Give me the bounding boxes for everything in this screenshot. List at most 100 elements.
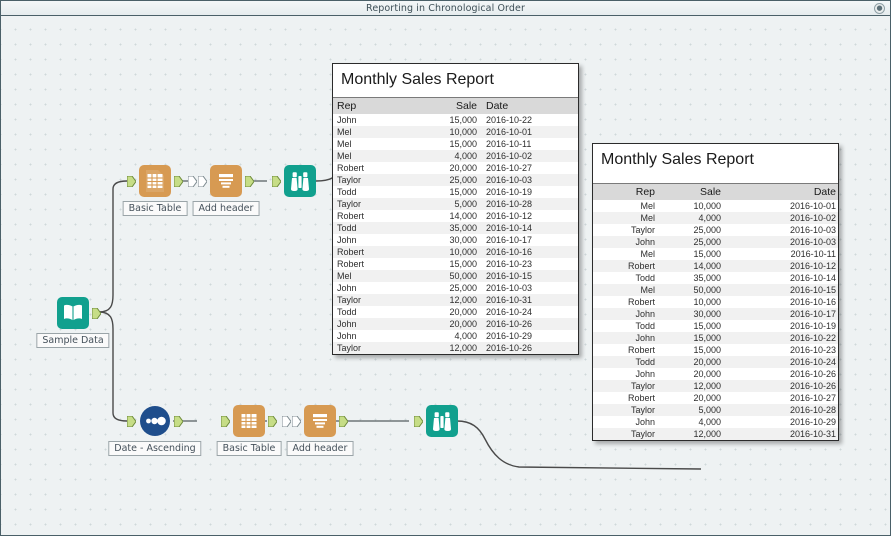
port-stub bbox=[188, 176, 197, 187]
table-cell: 12,000 bbox=[659, 428, 725, 440]
table-header-row: Rep Sale Date bbox=[593, 184, 839, 201]
table-row: Robert20,0002016-10-27 bbox=[333, 162, 579, 174]
report-table: Rep Sale Date Mel10,0002016-10-01 Mel 4,00… bbox=[593, 183, 839, 440]
table-cell: 2016-10-24 bbox=[481, 306, 579, 318]
port-out[interactable] bbox=[245, 176, 254, 187]
node-date-ascending[interactable]: Date - Ascending bbox=[139, 405, 171, 437]
table-cell: 2016-10-19 bbox=[481, 186, 579, 198]
window-title: Reporting in Chronological Order bbox=[366, 3, 525, 14]
report-title: Monthly Sales Report bbox=[593, 144, 838, 183]
table-cell: Robert bbox=[593, 344, 659, 356]
table-cell: John bbox=[593, 236, 659, 248]
table-row: Mel4,0002016-10-02 bbox=[333, 150, 579, 162]
table-cell: 2016-10-11 bbox=[725, 248, 839, 260]
table-row: Todd20,0002016-10-24 bbox=[333, 306, 579, 318]
node-preview-top[interactable] bbox=[284, 165, 316, 197]
table-cell: 30,000 bbox=[659, 308, 725, 320]
table-cell: 2016-10-22 bbox=[481, 114, 579, 126]
table-cell: 2016-10-03 bbox=[481, 174, 579, 186]
node-basic-table-bottom[interactable]: Basic Table bbox=[233, 405, 265, 437]
table-cell: 30,000 bbox=[409, 234, 481, 246]
table-cell: Mel bbox=[593, 248, 659, 260]
workflow-canvas[interactable]: Sample Data bbox=[1, 17, 890, 535]
table-header-row: Rep Sale Date bbox=[333, 98, 579, 115]
node-add-header-top[interactable]: Add header bbox=[210, 165, 242, 197]
port-in[interactable] bbox=[127, 176, 136, 187]
node-label: Add header bbox=[193, 201, 260, 216]
port-out[interactable] bbox=[174, 176, 183, 187]
table-cell: 15,000 bbox=[659, 248, 725, 260]
table-row: John4,0002016-10-29 bbox=[593, 416, 839, 428]
table-cell: John bbox=[333, 318, 409, 330]
table-cell: 20,000 bbox=[659, 368, 725, 380]
port-out[interactable] bbox=[268, 416, 277, 427]
table-cell: 25,000 bbox=[659, 224, 725, 236]
node-basic-table-top[interactable]: Basic Table bbox=[139, 165, 171, 197]
table-cell: 14,000 bbox=[409, 210, 481, 222]
table-cell: Robert bbox=[333, 210, 409, 222]
port-in[interactable] bbox=[272, 176, 281, 187]
table-cell: John bbox=[333, 114, 409, 126]
table-cell: Robert bbox=[333, 258, 409, 270]
table-row: Taylor12,0002016-10-31 bbox=[333, 294, 579, 306]
table-cell: 2016-10-12 bbox=[481, 210, 579, 222]
node-preview-bottom[interactable] bbox=[426, 405, 458, 437]
table-cell: 20,000 bbox=[409, 318, 481, 330]
port-in[interactable] bbox=[198, 176, 207, 187]
column-header-sale: Sale bbox=[409, 98, 481, 115]
port-in[interactable] bbox=[414, 416, 423, 427]
table-cell: 2016-10-26 bbox=[725, 380, 839, 392]
table-cell: Robert bbox=[593, 260, 659, 272]
table-cell: 2016-10-19 bbox=[725, 320, 839, 332]
port-in[interactable] bbox=[127, 416, 136, 427]
table-row: Robert14,0002016-10-12 bbox=[593, 260, 839, 272]
table-cell: 4,000 bbox=[659, 416, 725, 428]
table-row: John4,0002016-10-29 bbox=[333, 330, 579, 342]
column-header-date: Date bbox=[481, 98, 579, 115]
port-in[interactable] bbox=[221, 416, 230, 427]
table-cell: John bbox=[593, 416, 659, 428]
table-cell: Taylor bbox=[333, 174, 409, 186]
table-cell: 12,000 bbox=[409, 294, 481, 306]
table-row: Mel10,0002016-10-01 bbox=[593, 200, 839, 212]
node-label: Date - Ascending bbox=[108, 441, 201, 456]
table-row: Taylor12,0002016-10-26 bbox=[333, 342, 579, 354]
node-label: Basic Table bbox=[217, 441, 282, 456]
port-out[interactable] bbox=[339, 416, 348, 427]
binoculars-icon bbox=[426, 405, 458, 437]
report-unsorted[interactable]: Monthly Sales Report Rep Sale Date John1… bbox=[332, 63, 579, 355]
table-row: Todd20,0002016-10-24 bbox=[593, 356, 839, 368]
report-body: Mel10,0002016-10-01Mel4,0002016-10-02Tay… bbox=[593, 200, 839, 440]
table-row: Mel50,0002016-10-15 bbox=[333, 270, 579, 282]
table-cell: Todd bbox=[593, 320, 659, 332]
table-row: Robert15,0002016-10-23 bbox=[593, 344, 839, 356]
table-row: Taylor25,0002016-10-03 bbox=[333, 174, 579, 186]
port-out[interactable] bbox=[92, 308, 101, 319]
table-cell: 35,000 bbox=[409, 222, 481, 234]
table-cell: 15,000 bbox=[659, 344, 725, 356]
window-titlebar: Reporting in Chronological Order ● bbox=[1, 1, 890, 16]
table-row: Robert20,0002016-10-27 bbox=[593, 392, 839, 404]
table-cell: Taylor bbox=[333, 342, 409, 354]
node-sample-data[interactable]: Sample Data bbox=[57, 297, 89, 329]
table-cell: 25,000 bbox=[409, 282, 481, 294]
table-row: Mel50,0002016-10-15 bbox=[593, 284, 839, 296]
table-row: Taylor12,0002016-10-26 bbox=[593, 380, 839, 392]
port-out[interactable] bbox=[174, 416, 183, 427]
report-sorted[interactable]: Monthly Sales Report Rep Sale Date Mel10… bbox=[592, 143, 839, 441]
sorter-icon bbox=[139, 405, 171, 437]
table-cell: John bbox=[333, 330, 409, 342]
table-cell: 2016-10-31 bbox=[725, 428, 839, 440]
table-row: Robert10,0002016-10-16 bbox=[333, 246, 579, 258]
table-cell: Mel bbox=[593, 284, 659, 296]
table-cell: 50,000 bbox=[659, 284, 725, 296]
node-add-header-bottom[interactable]: Add header bbox=[304, 405, 336, 437]
table-row: Robert15,0002016-10-23 bbox=[333, 258, 579, 270]
table-cell: 2016-10-16 bbox=[725, 296, 839, 308]
table-row: Taylor25,0002016-10-03 bbox=[593, 224, 839, 236]
port-in[interactable] bbox=[292, 416, 301, 427]
report-title: Monthly Sales Report bbox=[333, 64, 578, 97]
collapse-icon[interactable]: ● bbox=[874, 3, 885, 14]
table-row: Taylor12,0002016-10-31 bbox=[593, 428, 839, 440]
table-row: John15,0002016-10-22 bbox=[593, 332, 839, 344]
